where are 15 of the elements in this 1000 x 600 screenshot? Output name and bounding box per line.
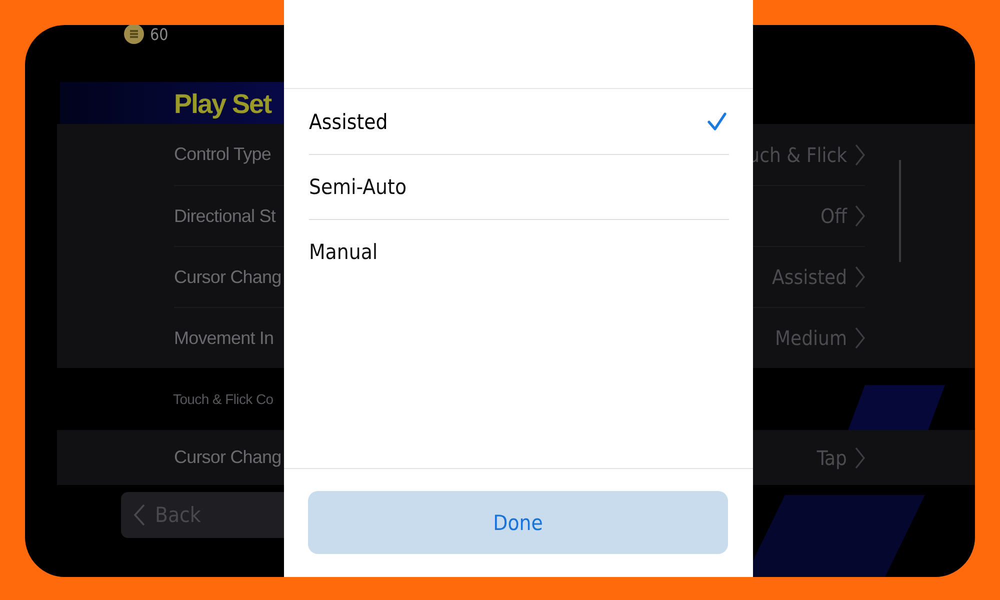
setting-label: Cursor Chang [174, 266, 282, 288]
setting-label: Movement In [174, 328, 274, 348]
setting-value: Tap [816, 446, 847, 470]
setting-value: Off [820, 204, 847, 228]
setting-label: Control Type [174, 144, 271, 165]
setting-value: Medium [775, 326, 847, 350]
page-title: Play Set [174, 88, 272, 120]
setting-label: Cursor Chang [174, 447, 282, 468]
setting-label: Directional St [174, 206, 276, 226]
coin-count: 60 [150, 25, 168, 44]
option-label: Manual [309, 240, 378, 264]
option-label: Assisted [309, 110, 388, 134]
setting-value: Assisted [772, 265, 847, 289]
section-heading: Touch & Flick Co [172, 390, 274, 409]
option-label: Semi-Auto [309, 175, 406, 199]
